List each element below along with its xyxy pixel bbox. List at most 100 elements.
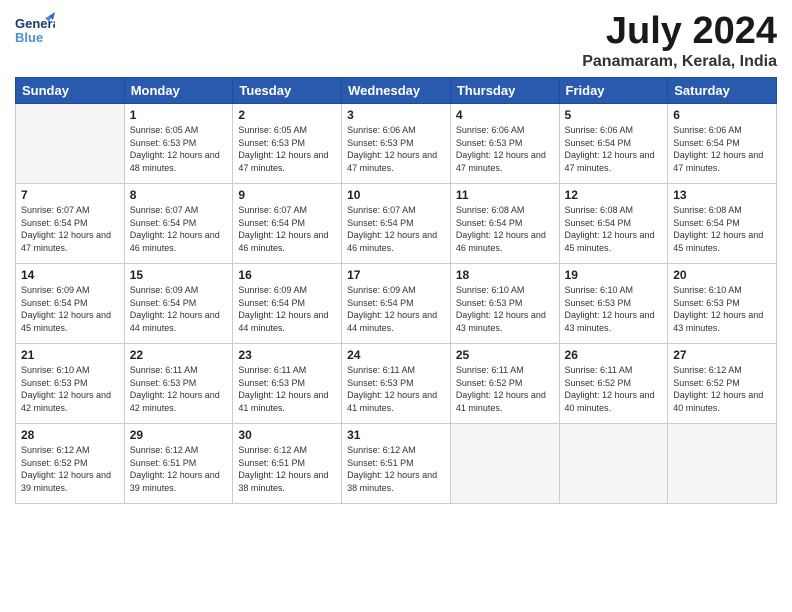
calendar-day-cell: 2 Sunrise: 6:05 AM Sunset: 6:53 PM Dayli… (233, 104, 342, 184)
day-info: Sunrise: 6:11 AM Sunset: 6:52 PM Dayligh… (456, 364, 554, 414)
day-info: Sunrise: 6:12 AM Sunset: 6:51 PM Dayligh… (130, 444, 228, 494)
day-number: 10 (347, 188, 445, 202)
calendar-day-cell: 22 Sunrise: 6:11 AM Sunset: 6:53 PM Dayl… (124, 344, 233, 424)
calendar-header-row: SundayMondayTuesdayWednesdayThursdayFrid… (16, 78, 777, 104)
day-of-week-header: Wednesday (342, 78, 451, 104)
calendar-day-cell: 10 Sunrise: 6:07 AM Sunset: 6:54 PM Dayl… (342, 184, 451, 264)
calendar-day-cell: 31 Sunrise: 6:12 AM Sunset: 6:51 PM Dayl… (342, 424, 451, 504)
day-number: 1 (130, 108, 228, 122)
day-info: Sunrise: 6:05 AM Sunset: 6:53 PM Dayligh… (238, 124, 336, 174)
location-title: Panamaram, Kerala, India (582, 53, 777, 71)
day-info: Sunrise: 6:08 AM Sunset: 6:54 PM Dayligh… (673, 204, 771, 254)
month-title: July 2024 (582, 10, 777, 53)
day-info: Sunrise: 6:05 AM Sunset: 6:53 PM Dayligh… (130, 124, 228, 174)
day-info: Sunrise: 6:09 AM Sunset: 6:54 PM Dayligh… (347, 284, 445, 334)
calendar-day-cell: 25 Sunrise: 6:11 AM Sunset: 6:52 PM Dayl… (450, 344, 559, 424)
day-info: Sunrise: 6:11 AM Sunset: 6:52 PM Dayligh… (565, 364, 663, 414)
calendar-day-cell: 8 Sunrise: 6:07 AM Sunset: 6:54 PM Dayli… (124, 184, 233, 264)
calendar-day-cell (450, 424, 559, 504)
day-of-week-header: Saturday (668, 78, 777, 104)
day-info: Sunrise: 6:10 AM Sunset: 6:53 PM Dayligh… (673, 284, 771, 334)
calendar-day-cell: 21 Sunrise: 6:10 AM Sunset: 6:53 PM Dayl… (16, 344, 125, 424)
day-info: Sunrise: 6:07 AM Sunset: 6:54 PM Dayligh… (238, 204, 336, 254)
day-number: 8 (130, 188, 228, 202)
day-of-week-header: Friday (559, 78, 668, 104)
header: General Blue July 2024 Panamaram, Kerala… (15, 10, 777, 71)
day-number: 6 (673, 108, 771, 122)
day-info: Sunrise: 6:12 AM Sunset: 6:52 PM Dayligh… (21, 444, 119, 494)
calendar-table: SundayMondayTuesdayWednesdayThursdayFrid… (15, 77, 777, 504)
calendar-day-cell: 14 Sunrise: 6:09 AM Sunset: 6:54 PM Dayl… (16, 264, 125, 344)
calendar-day-cell (668, 424, 777, 504)
day-number: 18 (456, 268, 554, 282)
day-of-week-header: Thursday (450, 78, 559, 104)
calendar-day-cell: 20 Sunrise: 6:10 AM Sunset: 6:53 PM Dayl… (668, 264, 777, 344)
title-section: July 2024 Panamaram, Kerala, India (582, 10, 777, 71)
day-info: Sunrise: 6:09 AM Sunset: 6:54 PM Dayligh… (21, 284, 119, 334)
calendar-day-cell: 11 Sunrise: 6:08 AM Sunset: 6:54 PM Dayl… (450, 184, 559, 264)
day-number: 16 (238, 268, 336, 282)
day-number: 4 (456, 108, 554, 122)
calendar-day-cell: 15 Sunrise: 6:09 AM Sunset: 6:54 PM Dayl… (124, 264, 233, 344)
day-info: Sunrise: 6:12 AM Sunset: 6:51 PM Dayligh… (347, 444, 445, 494)
day-number: 23 (238, 348, 336, 362)
day-info: Sunrise: 6:12 AM Sunset: 6:51 PM Dayligh… (238, 444, 336, 494)
calendar-day-cell: 26 Sunrise: 6:11 AM Sunset: 6:52 PM Dayl… (559, 344, 668, 424)
day-number: 5 (565, 108, 663, 122)
calendar-day-cell: 29 Sunrise: 6:12 AM Sunset: 6:51 PM Dayl… (124, 424, 233, 504)
calendar-day-cell: 17 Sunrise: 6:09 AM Sunset: 6:54 PM Dayl… (342, 264, 451, 344)
day-number: 9 (238, 188, 336, 202)
calendar-day-cell: 1 Sunrise: 6:05 AM Sunset: 6:53 PM Dayli… (124, 104, 233, 184)
day-info: Sunrise: 6:06 AM Sunset: 6:54 PM Dayligh… (565, 124, 663, 174)
calendar-day-cell: 9 Sunrise: 6:07 AM Sunset: 6:54 PM Dayli… (233, 184, 342, 264)
day-number: 20 (673, 268, 771, 282)
day-info: Sunrise: 6:11 AM Sunset: 6:53 PM Dayligh… (347, 364, 445, 414)
calendar-day-cell: 27 Sunrise: 6:12 AM Sunset: 6:52 PM Dayl… (668, 344, 777, 424)
calendar-day-cell: 30 Sunrise: 6:12 AM Sunset: 6:51 PM Dayl… (233, 424, 342, 504)
day-number: 28 (21, 428, 119, 442)
calendar-day-cell (559, 424, 668, 504)
main-container: General Blue July 2024 Panamaram, Kerala… (0, 0, 792, 514)
calendar-day-cell: 6 Sunrise: 6:06 AM Sunset: 6:54 PM Dayli… (668, 104, 777, 184)
day-number: 13 (673, 188, 771, 202)
day-number: 17 (347, 268, 445, 282)
day-number: 26 (565, 348, 663, 362)
day-info: Sunrise: 6:08 AM Sunset: 6:54 PM Dayligh… (565, 204, 663, 254)
day-info: Sunrise: 6:07 AM Sunset: 6:54 PM Dayligh… (347, 204, 445, 254)
calendar-day-cell: 12 Sunrise: 6:08 AM Sunset: 6:54 PM Dayl… (559, 184, 668, 264)
day-number: 14 (21, 268, 119, 282)
calendar-day-cell: 19 Sunrise: 6:10 AM Sunset: 6:53 PM Dayl… (559, 264, 668, 344)
calendar-day-cell: 4 Sunrise: 6:06 AM Sunset: 6:53 PM Dayli… (450, 104, 559, 184)
calendar-day-cell: 3 Sunrise: 6:06 AM Sunset: 6:53 PM Dayli… (342, 104, 451, 184)
calendar-day-cell: 16 Sunrise: 6:09 AM Sunset: 6:54 PM Dayl… (233, 264, 342, 344)
day-of-week-header: Sunday (16, 78, 125, 104)
day-info: Sunrise: 6:06 AM Sunset: 6:54 PM Dayligh… (673, 124, 771, 174)
day-number: 3 (347, 108, 445, 122)
day-info: Sunrise: 6:06 AM Sunset: 6:53 PM Dayligh… (347, 124, 445, 174)
day-info: Sunrise: 6:10 AM Sunset: 6:53 PM Dayligh… (21, 364, 119, 414)
day-number: 27 (673, 348, 771, 362)
calendar-day-cell: 23 Sunrise: 6:11 AM Sunset: 6:53 PM Dayl… (233, 344, 342, 424)
calendar-day-cell: 28 Sunrise: 6:12 AM Sunset: 6:52 PM Dayl… (16, 424, 125, 504)
calendar-day-cell: 24 Sunrise: 6:11 AM Sunset: 6:53 PM Dayl… (342, 344, 451, 424)
day-number: 30 (238, 428, 336, 442)
day-number: 21 (21, 348, 119, 362)
calendar-week-row: 14 Sunrise: 6:09 AM Sunset: 6:54 PM Dayl… (16, 264, 777, 344)
calendar-day-cell (16, 104, 125, 184)
day-number: 7 (21, 188, 119, 202)
svg-text:Blue: Blue (15, 30, 43, 45)
day-of-week-header: Monday (124, 78, 233, 104)
day-info: Sunrise: 6:09 AM Sunset: 6:54 PM Dayligh… (238, 284, 336, 334)
day-info: Sunrise: 6:06 AM Sunset: 6:53 PM Dayligh… (456, 124, 554, 174)
day-info: Sunrise: 6:07 AM Sunset: 6:54 PM Dayligh… (130, 204, 228, 254)
day-number: 29 (130, 428, 228, 442)
calendar-week-row: 7 Sunrise: 6:07 AM Sunset: 6:54 PM Dayli… (16, 184, 777, 264)
day-number: 15 (130, 268, 228, 282)
day-number: 2 (238, 108, 336, 122)
day-number: 12 (565, 188, 663, 202)
day-number: 11 (456, 188, 554, 202)
calendar-week-row: 28 Sunrise: 6:12 AM Sunset: 6:52 PM Dayl… (16, 424, 777, 504)
day-of-week-header: Tuesday (233, 78, 342, 104)
day-info: Sunrise: 6:09 AM Sunset: 6:54 PM Dayligh… (130, 284, 228, 334)
calendar-week-row: 21 Sunrise: 6:10 AM Sunset: 6:53 PM Dayl… (16, 344, 777, 424)
